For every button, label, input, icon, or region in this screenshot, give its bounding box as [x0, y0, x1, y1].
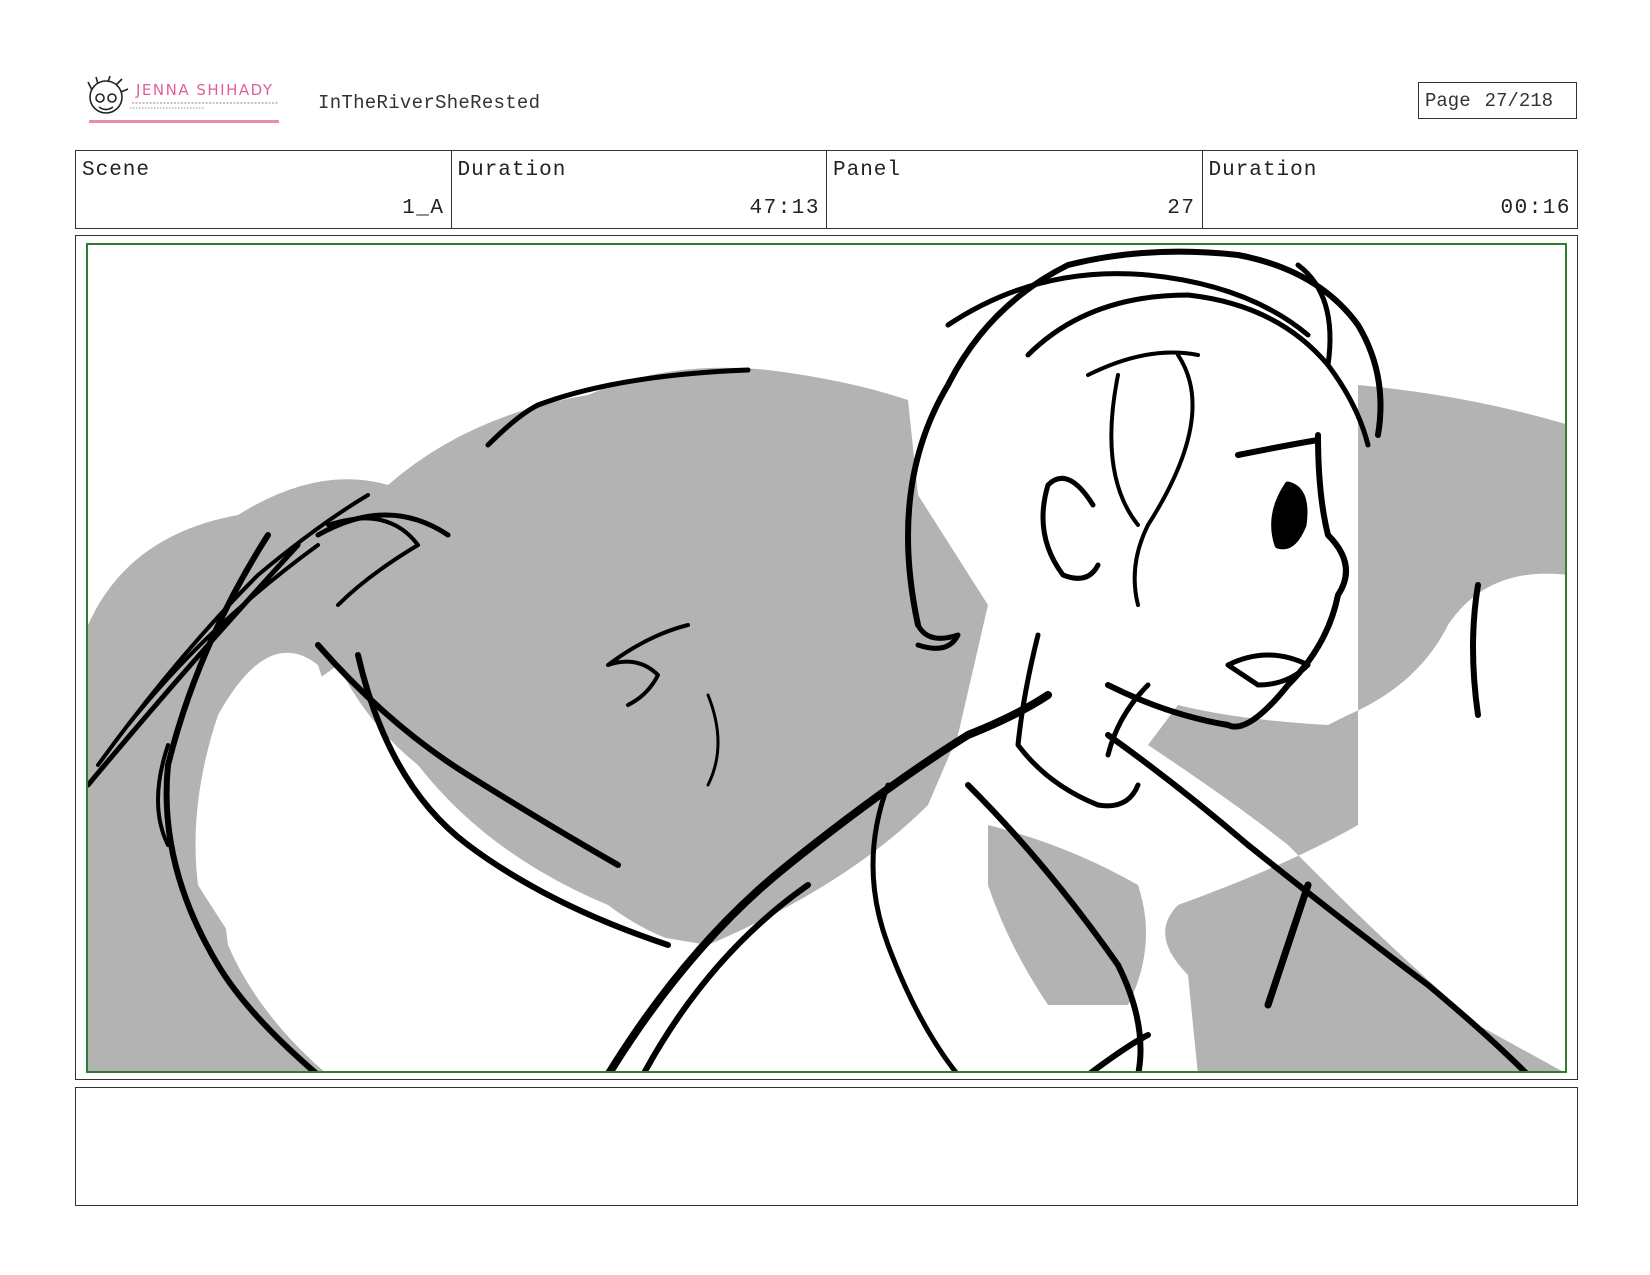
scene-cell: Scene 1_A	[76, 151, 452, 228]
page-number: 27/218	[1484, 90, 1554, 112]
panel-duration-value: 00:16	[1500, 197, 1571, 220]
panel-cell: Panel 27	[827, 151, 1203, 228]
studio-logo: JENNA SHIHADY	[84, 76, 290, 126]
character-face-icon	[87, 76, 129, 114]
scene-label: Scene	[82, 159, 151, 182]
project-title: InTheRiverSheRested	[318, 92, 541, 114]
panel-label: Panel	[833, 159, 902, 182]
panel-safe-area	[86, 243, 1567, 1073]
page-indicator: Page 27/218	[1418, 82, 1577, 119]
notes-box[interactable]	[75, 1087, 1578, 1206]
page-label: Page	[1425, 90, 1471, 112]
storyboard-sketch	[88, 248, 1565, 1071]
scene-value: 1_A	[402, 197, 445, 220]
logo-wordmark: JENNA SHIHADY	[135, 81, 274, 99]
scene-duration-cell: Duration 47:13	[452, 151, 827, 228]
scene-duration-label: Duration	[457, 159, 567, 182]
info-bar: Scene 1_A Duration 47:13 Panel 27 Durati…	[75, 150, 1578, 229]
panel-duration-cell: Duration 00:16	[1203, 151, 1578, 228]
panel-value: 27	[1167, 197, 1196, 220]
scene-duration-value: 47:13	[749, 197, 820, 220]
panel-duration-label: Duration	[1208, 159, 1318, 182]
